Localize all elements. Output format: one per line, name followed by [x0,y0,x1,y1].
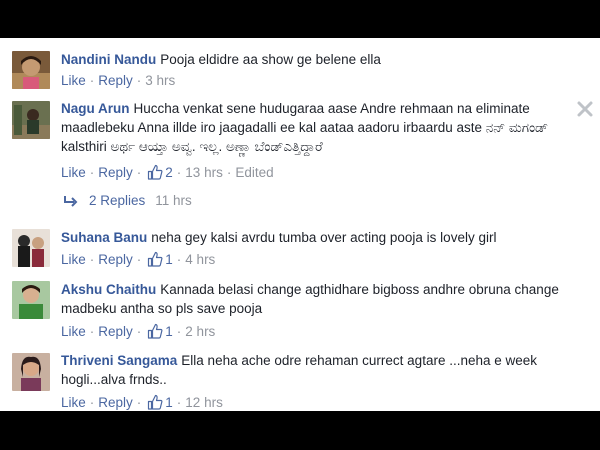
avatar[interactable] [12,229,50,267]
thumbs-up-icon[interactable] [147,251,163,267]
comments-panel: Nandini Nandu Pooja eldidre aa show ge be… [0,38,600,411]
separator: · [136,323,142,339]
separator: · [176,394,182,410]
comment-text: Nagu Arun Huccha venkat sene hudugaraa aa… [61,99,578,156]
separator: · [136,164,142,180]
separator: · [136,251,142,267]
like-count[interactable]: 1 [165,395,173,410]
separator: · [226,164,232,180]
replies-time: 11 hrs [155,193,192,208]
separator: · [89,394,95,410]
comment-body: Huccha venkat sene hudugaraa aase Andre … [61,101,549,154]
separator: · [89,323,95,339]
thumbs-up-icon[interactable] [147,323,163,339]
timestamp[interactable]: 2 hrs [185,324,215,339]
timestamp[interactable]: 3 hrs [145,73,175,88]
comment-author[interactable]: Akshu Chaithu [61,282,156,297]
comment-text: Thriveni Sangama Ella neha ache odre reha… [61,351,578,389]
reply-link[interactable]: Reply [98,324,133,339]
comment-actions: Like · Reply · 1 · 2 hrs [61,323,215,339]
replies-count[interactable]: 2 Replies [89,193,145,208]
avatar[interactable] [12,101,50,139]
reply-link[interactable]: Reply [98,395,133,410]
like-count[interactable]: 1 [165,324,173,339]
comment-actions: Like · Reply · 1 · 12 hrs [61,394,223,410]
separator: · [136,394,142,410]
separator: · [89,73,95,88]
like-link[interactable]: Like [61,395,86,410]
comment-actions: Like · Reply · 1 · 4 hrs [61,251,215,267]
like-count[interactable]: 1 [165,252,173,267]
reply-link[interactable]: Reply [98,73,133,88]
view-replies-link[interactable]: 2 Replies 11 hrs [63,193,192,208]
close-icon[interactable] [576,100,594,118]
timestamp[interactable]: 13 hrs [185,165,223,180]
comment-author[interactable]: Nagu Arun [61,101,130,116]
avatar[interactable] [12,51,50,89]
comment-author[interactable]: Nandini Nandu [61,52,156,67]
comment-body: neha gey kalsi avrdu tumba over acting p… [151,230,497,245]
like-link[interactable]: Like [61,165,86,180]
separator: · [89,251,95,267]
timestamp[interactable]: 12 hrs [185,395,223,410]
avatar[interactable] [12,353,50,391]
comment-text: Suhana Banu neha gey kalsi avrdu tumba ov… [61,228,578,247]
comment-text: Nandini Nandu Pooja eldidre aa show ge be… [61,50,578,69]
like-link[interactable]: Like [61,324,86,339]
timestamp[interactable]: 4 hrs [185,252,215,267]
comment-body: Pooja eldidre aa show ge belene ella [160,52,381,67]
like-link[interactable]: Like [61,252,86,267]
reply-arrow-icon [64,195,78,207]
thumbs-up-icon[interactable] [147,164,163,180]
like-link[interactable]: Like [61,73,86,88]
edited-label[interactable]: Edited [235,165,273,180]
comment-author[interactable]: Thriveni Sangama [61,353,177,368]
reply-link[interactable]: Reply [98,165,133,180]
like-count[interactable]: 2 [165,165,173,180]
avatar[interactable] [12,281,50,319]
comment-actions: Like · Reply · 3 hrs [61,73,175,88]
comment-actions: Like · Reply · 2 · 13 hrs · Edited [61,164,274,180]
reply-link[interactable]: Reply [98,252,133,267]
separator: · [176,251,182,267]
comment-author[interactable]: Suhana Banu [61,230,147,245]
separator: · [136,73,142,88]
separator: · [89,164,95,180]
separator: · [176,323,182,339]
thumbs-up-icon[interactable] [147,394,163,410]
separator: · [176,164,182,180]
comment-text: Akshu Chaithu Kannada belasi change agthi… [61,280,578,318]
